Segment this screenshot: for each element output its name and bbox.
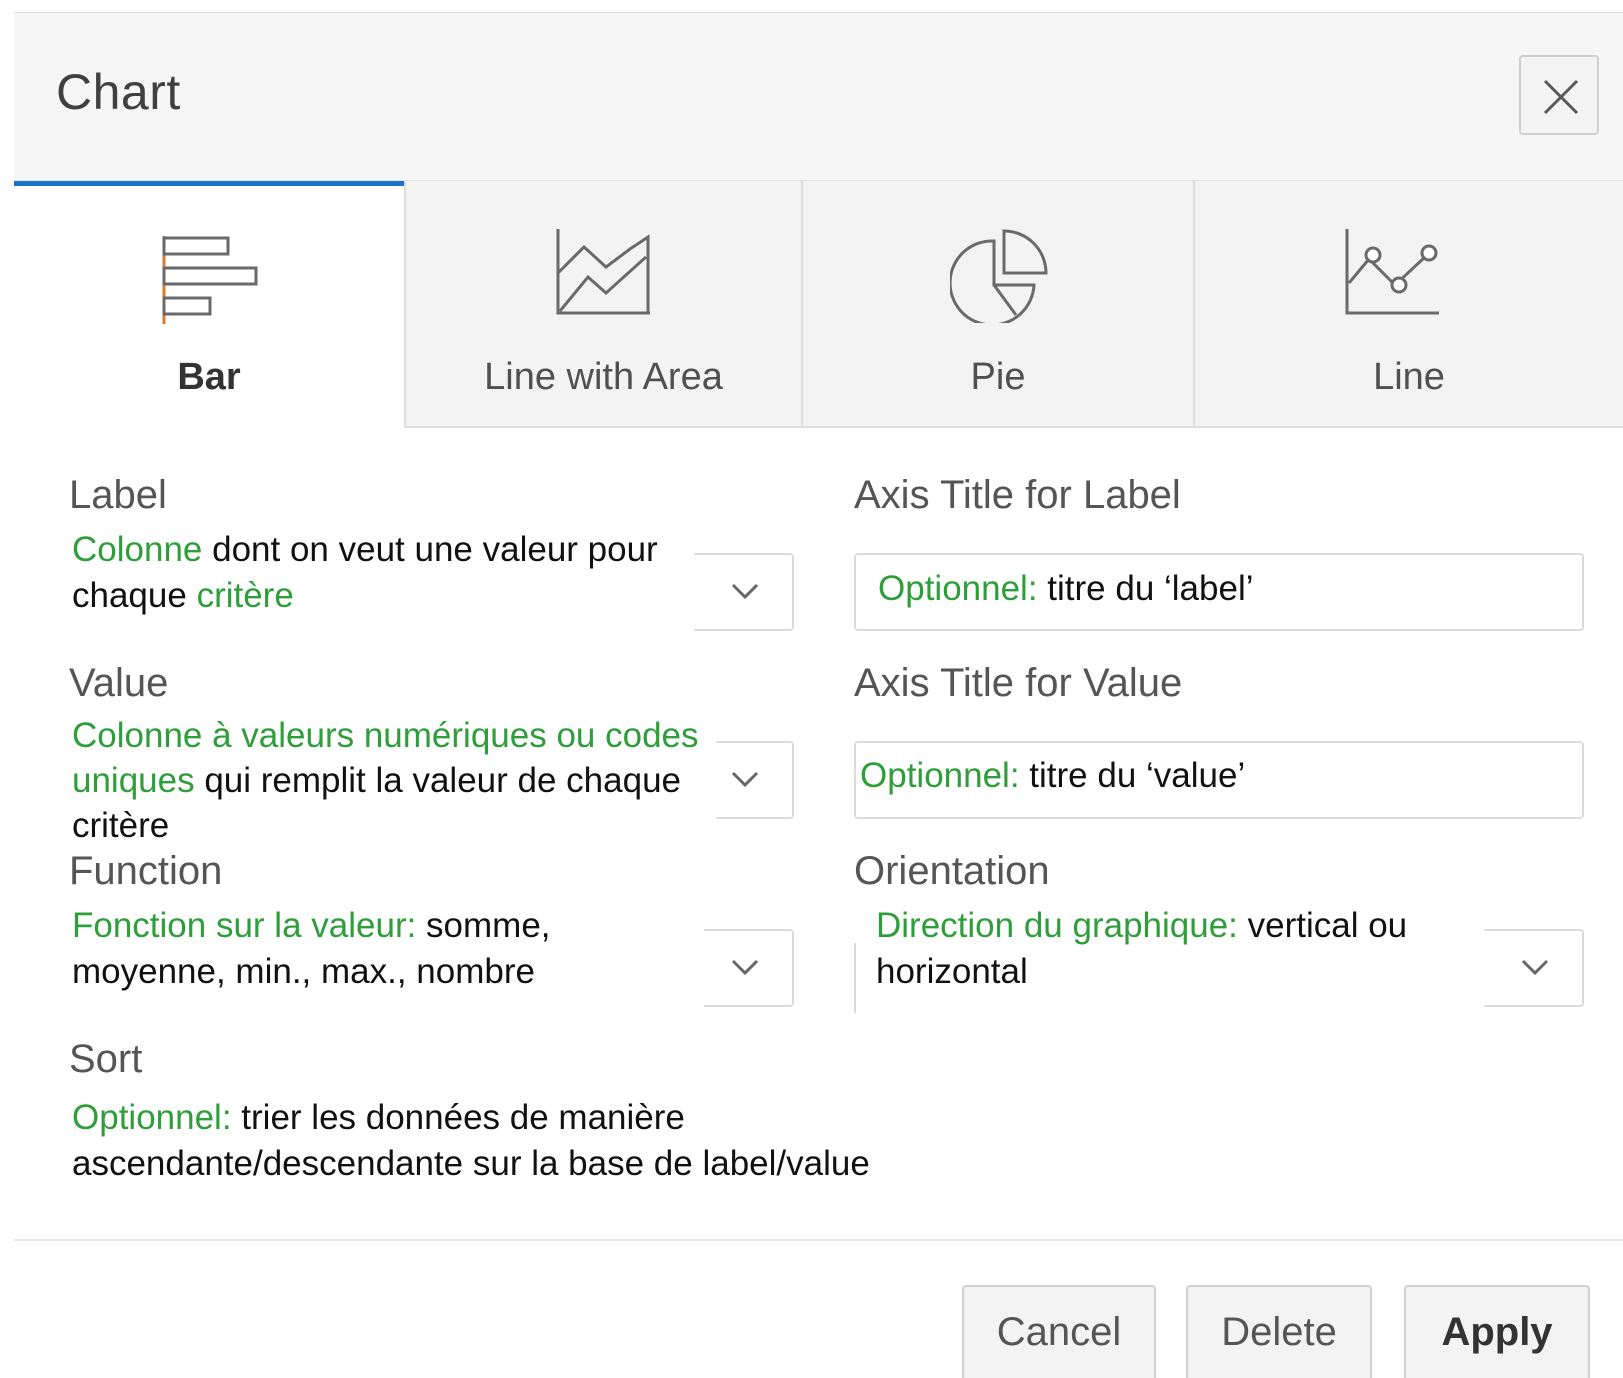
- chevron-down-icon: [1521, 959, 1549, 976]
- axis-title-label-field-title: Axis Title for Label: [854, 473, 1181, 517]
- tab-line-with-area-label: Line with Area: [484, 356, 723, 398]
- orientation-help-text: Direction du graphique: vertical ou hori…: [876, 903, 1456, 995]
- axis-title-label-help-highlight: Optionnel:: [878, 569, 1038, 608]
- axis-title-label-help-body: titre du ‘label’: [1037, 569, 1254, 608]
- sort-help-text: Optionnel: trier les données de manière …: [72, 1095, 932, 1187]
- orientation-field-title: Orientation: [854, 849, 1050, 893]
- area-chart-icon: [556, 229, 650, 315]
- function-select[interactable]: [704, 929, 794, 1007]
- value-field-title: Value: [69, 661, 169, 705]
- axis-title-value-help-highlight: Optionnel:: [860, 756, 1020, 795]
- footer-divider: [14, 1239, 1623, 1241]
- orientation-select[interactable]: [1484, 929, 1584, 1007]
- close-button[interactable]: [1519, 55, 1599, 135]
- close-icon: [1543, 79, 1579, 115]
- delete-button[interactable]: Delete: [1186, 1285, 1372, 1378]
- axis-title-label-help-text: Optionnel: titre du ‘label’: [878, 566, 1558, 612]
- tab-bar-label: Bar: [177, 356, 241, 398]
- line-chart-icon: [1345, 229, 1439, 315]
- sort-field-title: Sort: [69, 1037, 143, 1081]
- value-help-text: Colonne à valeurs numériques ou codes un…: [72, 713, 702, 848]
- tab-bar[interactable]: Bar: [14, 181, 404, 428]
- bar-chart-icon: [162, 236, 258, 324]
- tab-line[interactable]: Line: [1193, 181, 1623, 428]
- orientation-select-edge: [854, 943, 856, 1013]
- chart-type-tabs: Bar Line with Area Pie Line: [14, 181, 1623, 428]
- function-help-highlight: Fonction sur la valeur:: [72, 906, 417, 945]
- pie-chart-icon: [950, 229, 1048, 323]
- function-help-text: Fonction sur la valeur: somme, moyenne, …: [72, 903, 632, 995]
- label-select[interactable]: [694, 553, 794, 631]
- function-field-title: Function: [69, 849, 223, 893]
- orientation-help-highlight: Direction du graphique:: [876, 906, 1238, 945]
- chevron-down-icon: [731, 583, 759, 600]
- label-help-text: Colonne dont on veut une valeur pour cha…: [72, 527, 662, 619]
- label-help-highlight-2: critère: [196, 576, 294, 615]
- tab-pie-label: Pie: [970, 356, 1026, 398]
- tab-line-with-area[interactable]: Line with Area: [404, 181, 801, 428]
- label-help-highlight-1: Colonne: [72, 530, 203, 569]
- apply-button[interactable]: Apply: [1404, 1285, 1590, 1378]
- chevron-down-icon: [731, 959, 759, 976]
- dialog-header: Chart: [14, 13, 1623, 181]
- cancel-button[interactable]: Cancel: [962, 1285, 1156, 1378]
- tab-pie[interactable]: Pie: [801, 181, 1193, 428]
- dialog-title: Chart: [56, 64, 181, 120]
- sort-help-highlight: Optionnel:: [72, 1098, 232, 1137]
- label-field-title: Label: [69, 473, 167, 517]
- chart-dialog: Chart Bar Line with Area Pie Line Label …: [14, 12, 1623, 1378]
- value-select[interactable]: [716, 741, 794, 819]
- chevron-down-icon: [731, 771, 759, 788]
- axis-title-value-help-text: Optionnel: titre du ‘value’: [860, 753, 1560, 799]
- axis-title-value-help-body: titre du ‘value’: [1019, 756, 1246, 795]
- axis-title-value-field-title: Axis Title for Value: [854, 661, 1183, 705]
- tab-line-label: Line: [1373, 356, 1445, 398]
